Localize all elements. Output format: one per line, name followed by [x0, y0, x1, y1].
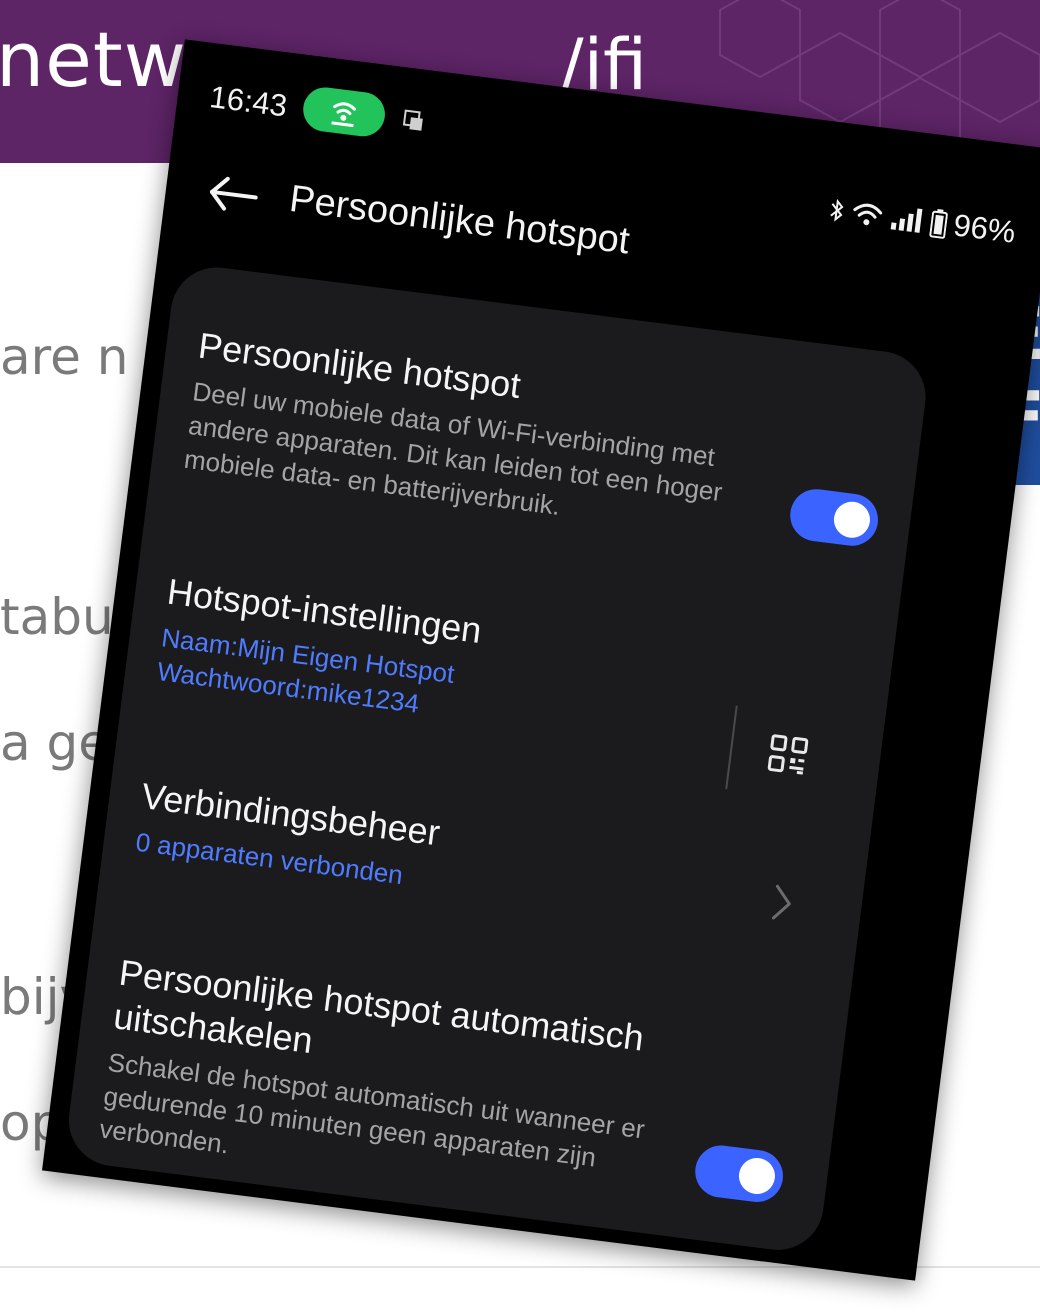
hotspot-row: Persoonlijke hotspot Deel uw mobiele dat… [182, 324, 757, 546]
toggle-knob [831, 499, 873, 540]
hotspot-settings-row[interactable]: Hotspot-instellingen Naam:Mijn Eigen Hot… [155, 570, 726, 759]
wifi-icon [853, 203, 883, 226]
hotspot-icon [300, 84, 388, 139]
slide-bullet: are n [0, 328, 129, 386]
battery-icon [929, 209, 948, 239]
settings-card: Persoonlijke hotspot Deel uw mobiele dat… [63, 262, 931, 1256]
bluetooth-icon [830, 198, 844, 222]
auto-off-row: Persoonlijke hotspot automatisch uitscha… [97, 951, 727, 1223]
qr-code-icon[interactable] [766, 732, 811, 777]
slide-bullet: tabu [0, 588, 114, 646]
auto-off-toggle[interactable] [692, 1142, 787, 1206]
back-arrow-icon[interactable] [204, 171, 263, 217]
connection-management-row[interactable]: Verbindingsbeheer 0 apparaten verbonden [134, 774, 700, 929]
hotspot-toggle[interactable] [787, 486, 882, 549]
status-time: 16:43 [207, 79, 290, 124]
signal-icon [890, 208, 923, 233]
page-title: Persoonlijke hotspot [287, 177, 632, 263]
row-divider [725, 705, 738, 790]
toggle-knob [736, 1155, 778, 1197]
battery-percentage: 96% [951, 207, 1018, 250]
status-icons: 96% [826, 192, 1017, 251]
notification-icon [402, 109, 423, 131]
phone-screenshot: 16:43 96% Persoonlijke hotspot Persoonli… [42, 39, 1040, 1281]
chevron-right-icon [771, 884, 791, 920]
